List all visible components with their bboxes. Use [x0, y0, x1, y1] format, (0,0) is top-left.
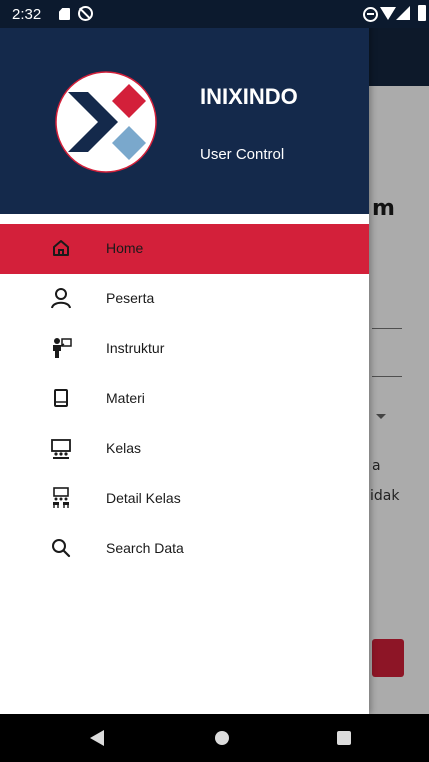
person-icon: [51, 288, 71, 309]
sync-icon: [78, 6, 93, 21]
drawer-item-kelas[interactable]: Kelas: [0, 424, 369, 474]
navigation-drawer: INIXINDO User Control Home Peserta Instr…: [0, 0, 369, 714]
signal-icon: [396, 6, 410, 20]
brand-subtitle: User Control: [200, 146, 285, 163]
class-detail-icon: [53, 487, 69, 508]
drawer-item-label: Detail Kelas: [106, 490, 181, 506]
drawer-item-home[interactable]: Home: [0, 224, 369, 274]
brand-name: INIXINDO: [200, 84, 298, 109]
drawer-item-peserta[interactable]: Peserta: [0, 274, 369, 324]
drawer-item-label: Kelas: [106, 440, 142, 456]
home-circle-icon[interactable]: [215, 731, 229, 745]
sd-card-icon: [59, 8, 70, 20]
status-bar: 2:32: [0, 0, 429, 28]
drawer-item-label: Peserta: [106, 290, 155, 306]
drawer-item-search-data[interactable]: Search Data: [0, 524, 369, 574]
drawer-menu: Home Peserta Instruktur Materi Kelas Det…: [0, 224, 369, 574]
status-time: 2:32: [12, 6, 42, 23]
drawer-item-detail-kelas[interactable]: Detail Kelas: [0, 474, 369, 524]
drawer-item-label: Materi: [106, 390, 145, 406]
inixindo-logo: [55, 71, 157, 173]
do-not-disturb-icon: [363, 7, 378, 22]
drawer-item-instruktur[interactable]: Instruktur: [0, 324, 369, 374]
drawer-item-label: Search Data: [106, 540, 184, 556]
drawer-item-label: Home: [106, 240, 144, 256]
book-icon: [54, 389, 68, 407]
wifi-icon: [380, 7, 396, 20]
recents-icon[interactable]: [337, 731, 351, 745]
home-icon: [53, 240, 69, 256]
drawer-item-materi[interactable]: Materi: [0, 374, 369, 424]
search-icon: [52, 539, 71, 558]
classroom-icon: [51, 439, 71, 459]
battery-icon: [418, 5, 426, 21]
instructor-icon: [53, 338, 72, 358]
back-icon[interactable]: [90, 730, 104, 746]
drawer-header: INIXINDO User Control: [0, 0, 369, 214]
system-nav-bar: [0, 714, 429, 762]
screen: m a idak 2:32 INIXINDO User Control Home…: [0, 0, 429, 762]
drawer-item-label: Instruktur: [106, 340, 165, 356]
